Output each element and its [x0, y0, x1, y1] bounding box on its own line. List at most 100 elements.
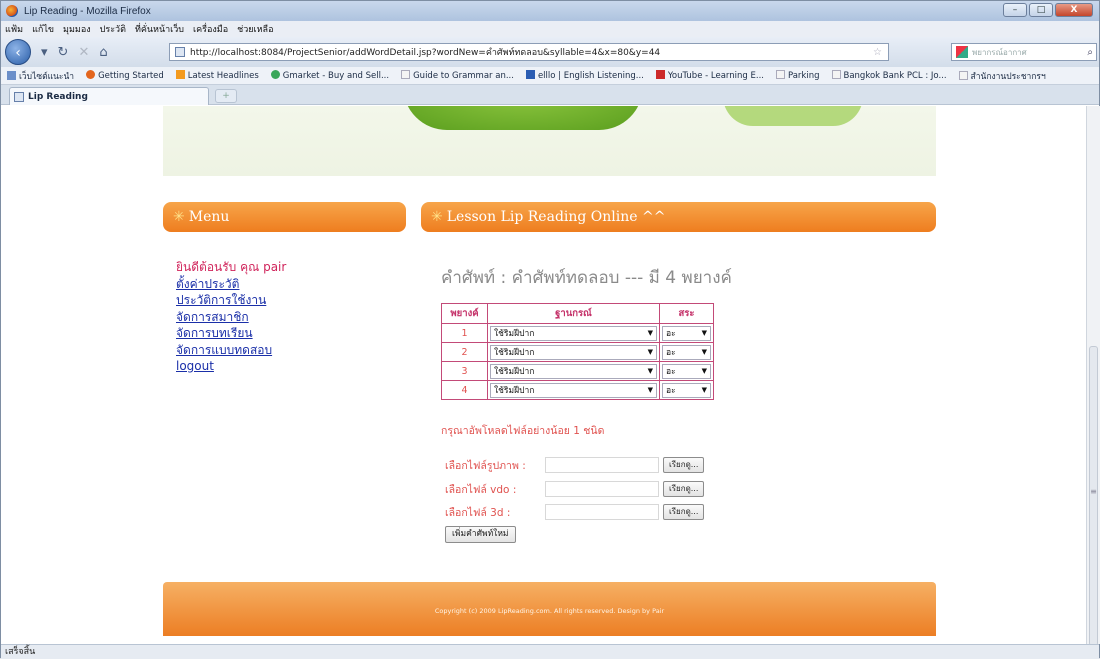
lesson-header: ✳ Lesson Lip Reading Online ^^	[421, 202, 936, 232]
star-icon[interactable]: ☆	[873, 47, 882, 58]
table-row: 2 ใช้ริมฝีปาก ▼ อะ ▼	[441, 342, 714, 362]
syllable-number: 2	[441, 342, 488, 362]
maximize-button[interactable]: □	[1029, 3, 1053, 17]
minimize-button[interactable]: –	[1003, 3, 1027, 17]
tab-strip: Lip Reading +	[1, 85, 1099, 105]
window-controls: – □ X	[1003, 3, 1093, 17]
select-value: อะ	[666, 386, 676, 396]
chevron-down-icon: ▼	[701, 348, 707, 356]
reload-icon[interactable]: ↻	[58, 45, 69, 60]
3d-file-row: เลือกไฟล์ 3d : เรียกดู...	[445, 503, 705, 521]
table-row: 1 ใช้ริมฝีปาก ▼ อะ ▼	[441, 323, 714, 343]
place-select[interactable]: ใช้ริมฝีปาก ▼	[490, 363, 657, 379]
sparkle-icon: ✳	[173, 209, 185, 225]
vdo-file-label: เลือกไฟล์ vdo :	[445, 483, 517, 496]
menu-bookmarks[interactable]: ที่คั่นหน้าเว็บ	[135, 22, 184, 36]
tab-label: Lip Reading	[28, 91, 88, 102]
bookmark-item[interactable]: เว็บไซต์แนะนำ	[7, 69, 74, 83]
table-header-row: พยางค์ ฐานกรณ์ สระ	[441, 303, 714, 324]
close-button[interactable]: X	[1055, 3, 1093, 17]
search-icon[interactable]: ⌕	[1087, 47, 1093, 58]
vowel-select[interactable]: อะ ▼	[662, 363, 711, 379]
add-word-button[interactable]: เพิ่มคำศัพท์ใหม่	[445, 526, 516, 543]
menu-view[interactable]: มุมมอง	[63, 22, 91, 36]
lesson-header-label: Lesson Lip Reading Online ^^	[446, 209, 666, 225]
menu-bar: แฟ้ม แก้ไข มุมมอง ประวัติ ที่คั่นหน้าเว็…	[1, 21, 1099, 37]
url-bar[interactable]: http://localhost:8084/ProjectSenior/addW…	[169, 43, 889, 61]
place-select[interactable]: ใช้ริมฝีปาก ▼	[490, 344, 657, 360]
bookmark-item[interactable]: สำนักงานประชากรฯ	[958, 69, 1046, 83]
youtube-icon	[655, 70, 665, 79]
window-title: Lip Reading - Mozilla Firefox	[24, 5, 151, 17]
leaf-graphic	[403, 106, 643, 130]
bookmark-item[interactable]: Bangkok Bank PCL : Jo...	[831, 70, 947, 81]
bookmark-item[interactable]: Latest Headlines	[175, 70, 259, 81]
bookmark-item[interactable]: Getting Started	[86, 70, 164, 81]
bookmark-item[interactable]: YouTube - Learning E...	[655, 70, 764, 81]
3d-file-input[interactable]	[545, 504, 659, 520]
bookmark-item[interactable]: Parking	[775, 70, 820, 81]
syllable-number: 4	[441, 380, 488, 400]
side-menu: ยินดีต้อนรับ คุณ pair ตั้งค่าประวัติ ประ…	[176, 259, 286, 375]
sparkle-icon: ✳	[431, 209, 443, 225]
link-manage-lessons[interactable]: จัดการบทเรียน	[176, 325, 286, 342]
bookmark-item[interactable]: Guide to Grammar an...	[401, 70, 514, 81]
place-select[interactable]: ใช้ริมฝีปาก ▼	[490, 382, 657, 398]
page-favicon-icon	[14, 91, 24, 102]
url-text: http://localhost:8084/ProjectSenior/addW…	[190, 48, 661, 58]
upload-warning: กรุณาอัพโหลดไฟล์อย่างน้อย 1 ชนิด	[441, 425, 605, 437]
stop-icon[interactable]: ✕	[78, 45, 89, 60]
menu-history[interactable]: ประวัติ	[100, 22, 126, 36]
dropdown-arrow-icon[interactable]: ▾	[41, 45, 48, 60]
image-file-row: เลือกไฟล์รูปภาพ : เรียกดู...	[445, 456, 705, 474]
link-manage-tests[interactable]: จัดการแบบทดสอบ	[176, 342, 286, 359]
title-bar: Lip Reading - Mozilla Firefox – □ X	[1, 1, 1099, 21]
browse-3d-button[interactable]: เรียกดู...	[663, 504, 705, 520]
page-content: ✳ Menu ✳ Lesson Lip Reading Online ^^ ยิ…	[1, 106, 1086, 644]
image-file-input[interactable]	[545, 457, 659, 473]
leaf-graphic	[723, 106, 863, 126]
menu-help[interactable]: ช่วยเหลือ	[237, 22, 273, 36]
vowel-select[interactable]: อะ ▼	[662, 325, 711, 341]
gmarket-icon	[270, 70, 280, 79]
elllo-icon	[525, 70, 535, 79]
menu-tools[interactable]: เครื่องมือ	[193, 22, 228, 36]
scrollbar-thumb[interactable]: ≡	[1089, 346, 1098, 646]
search-engine-icon[interactable]	[956, 46, 968, 58]
place-select[interactable]: ใช้ริมฝีปาก ▼	[490, 325, 657, 341]
bookmark-item[interactable]: Gmarket - Buy and Sell...	[270, 70, 389, 81]
link-manage-members[interactable]: จัดการสมาชิก	[176, 309, 286, 326]
page-icon	[958, 70, 968, 80]
vowel-select[interactable]: อะ ▼	[662, 382, 711, 398]
new-tab-button[interactable]: +	[215, 89, 237, 103]
vdo-file-row: เลือกไฟล์ vdo : เรียกดู...	[445, 480, 705, 498]
select-value: ใช้ริมฝีปาก	[494, 386, 535, 396]
select-value: ใช้ริมฝีปาก	[494, 348, 535, 358]
tab-lip-reading[interactable]: Lip Reading	[9, 87, 209, 105]
chevron-down-icon: ▼	[647, 329, 653, 337]
link-profile-settings[interactable]: ตั้งค่าประวัติ	[176, 276, 286, 293]
table-row: 4 ใช้ริมฝีปาก ▼ อะ ▼	[441, 380, 714, 400]
select-value: ใช้ริมฝีปาก	[494, 329, 535, 339]
vdo-file-input[interactable]	[545, 481, 659, 497]
menu-file[interactable]: แฟ้ม	[5, 22, 23, 36]
search-placeholder: พยากรณ์อากาศ	[972, 47, 1027, 57]
browser-window: Lip Reading - Mozilla Firefox – □ X แฟ้ม…	[0, 0, 1100, 659]
search-input[interactable]: พยากรณ์อากาศ ⌕	[951, 43, 1097, 61]
browse-vdo-button[interactable]: เรียกดู...	[663, 481, 705, 497]
select-value: ใช้ริมฝีปาก	[494, 367, 535, 377]
page-title: คำศัพท์ : คำศัพท์ทดลอบ --- มี 4 พยางค์	[441, 268, 732, 288]
vowel-select[interactable]: อะ ▼	[662, 344, 711, 360]
link-usage-history[interactable]: ประวัติการใช้งาน	[176, 292, 286, 309]
page-favicon-icon	[175, 47, 185, 57]
link-logout[interactable]: logout	[176, 358, 286, 375]
home-icon[interactable]: ⌂	[99, 45, 107, 60]
chevron-down-icon: ▼	[647, 348, 653, 356]
bookmark-item[interactable]: elllo | English Listening...	[525, 70, 644, 81]
vertical-scrollbar[interactable]: ≡	[1086, 106, 1100, 646]
syllable-table: พยางค์ ฐานกรณ์ สระ 1 ใช้ริมฝีปาก ▼ อะ ▼ 2 …	[441, 303, 714, 400]
back-icon[interactable]: ‹	[5, 39, 31, 65]
grip-icon: ≡	[1090, 487, 1097, 496]
browse-image-button[interactable]: เรียกดู...	[663, 457, 705, 473]
menu-edit[interactable]: แก้ไข	[32, 22, 54, 36]
